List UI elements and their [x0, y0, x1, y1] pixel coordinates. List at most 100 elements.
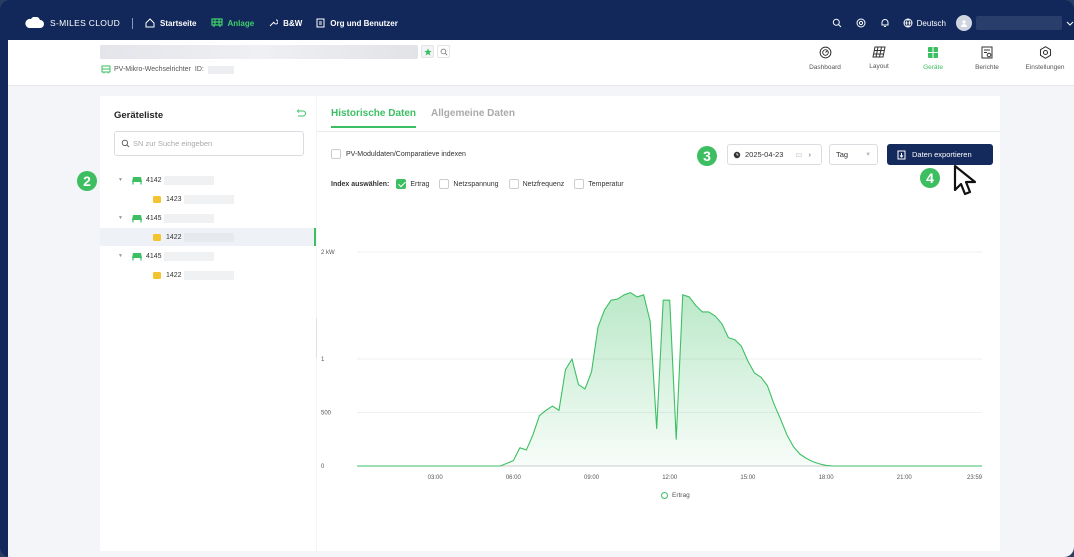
inverter-icon [101, 65, 111, 74]
redacted [163, 175, 214, 185]
top-right-tools: Deutsch [831, 15, 1074, 31]
device-title-redacted [100, 45, 418, 59]
export-data-button[interactable]: Daten exportieren [887, 144, 993, 165]
support-icon[interactable] [855, 17, 867, 29]
caret-down-icon[interactable]: ▼ [118, 177, 123, 183]
device-icon [928, 47, 938, 58]
pv-data-checkbox[interactable] [331, 149, 341, 159]
device-id-redacted [207, 65, 234, 74]
device-list-title: Geräteliste [114, 110, 164, 121]
user-name-redacted[interactable] [976, 16, 1062, 30]
clock-icon [733, 151, 741, 158]
redacted [183, 270, 234, 280]
solar-panel-icon [210, 18, 223, 27]
index-checkbox-ertrag[interactable] [396, 179, 407, 189]
tree-node-label: 4145 [145, 214, 162, 222]
yield-chart: 2 kW 1 500 0 03:00 06:00 09:00 12:00 15:00 18:00 2… [321, 250, 983, 481]
redacted [163, 213, 214, 223]
avatar[interactable] [956, 15, 972, 31]
search-icon[interactable] [831, 17, 843, 29]
tree-leaf[interactable]: 1422 [100, 266, 316, 284]
tab-layout[interactable]: Layout [854, 46, 904, 71]
language-switch[interactable]: Deutsch [903, 18, 946, 28]
caret-down-icon[interactable]: ▼ [118, 253, 123, 259]
index-label: Index auswählen: [331, 180, 390, 188]
chevron-down-icon: ▼ [865, 151, 872, 158]
nav-startseite[interactable]: Startseite [145, 18, 197, 28]
tree-node-label: 4142 [145, 176, 162, 184]
tab-label: Einstellungen [1025, 64, 1065, 71]
content-area: PV-Mikro-Wechselrichter ID: Dashboard La… [8, 40, 1074, 557]
chevron-down-icon[interactable] [1066, 19, 1074, 27]
tree-leaf[interactable]: 1423 [100, 190, 316, 208]
sn-search-input[interactable]: SN zur Suche eingeben [114, 131, 304, 156]
divider [317, 131, 1000, 132]
tab-geraete[interactable]: Geräte [908, 46, 958, 71]
x-tick-label: 09:00 [584, 475, 600, 481]
device-type: PV-Mikro-Wechselrichter ID: [101, 65, 234, 74]
favorite-star-icon[interactable] [421, 45, 434, 58]
nav-bw[interactable]: B&W [268, 18, 302, 28]
pv-data-option[interactable]: PV-Moduldaten/Comparatieve indexen [331, 149, 466, 159]
period-select[interactable]: Tag ▼ [829, 144, 878, 165]
brand-name: S-MILES CLOUD [50, 18, 121, 28]
nav-anlage[interactable]: Anlage [210, 18, 255, 28]
tab-berichte[interactable]: Berichte [962, 46, 1012, 71]
nav-label: Org und Benutzer [330, 18, 398, 28]
app-window: S-MILES CLOUD Startseite Anlage B&W Org … [0, 0, 1074, 557]
next-date-icon[interactable]: › [808, 150, 811, 159]
legend-label: Ertrag [672, 492, 690, 499]
tree-leaf-selected[interactable]: 1422 [100, 228, 316, 246]
nav-org-benutzer[interactable]: Org und Benutzer [316, 18, 398, 28]
tab-allgemeine-daten[interactable]: Allgemeine Daten [431, 108, 515, 128]
tree-leaf-label: 1423 [166, 195, 182, 203]
x-tick-label: 03:00 [428, 475, 444, 481]
module-icon [153, 233, 161, 241]
index-option-label: Netzfrequenz [522, 180, 565, 188]
wrench-icon [269, 19, 279, 27]
tree-node[interactable]: ▼ 4145 [100, 209, 316, 227]
report-icon [981, 46, 993, 59]
tree-node-label: 4145 [145, 252, 162, 260]
nav-label: Anlage [227, 18, 255, 28]
tree-node[interactable]: ▼ 4142 [100, 171, 316, 189]
index-checkbox-netzspannung[interactable] [439, 179, 450, 189]
top-navbar: S-MILES CLOUD Startseite Anlage B&W Org … [8, 6, 1074, 40]
chart-legend[interactable]: Ertrag [661, 492, 690, 499]
calendar-icon[interactable]: ▭ [795, 150, 802, 159]
index-checkbox-temperatur[interactable] [574, 179, 585, 189]
nav-label: Startseite [160, 18, 197, 28]
data-panel: Historische Daten Allgemeine Daten PV-Mo… [317, 96, 1000, 551]
date-picker[interactable]: 2025-04-23 ▭ › [727, 144, 822, 165]
x-tick-label: 12:00 [662, 475, 678, 481]
device-id-label: ID: [194, 66, 204, 73]
device-header: PV-Mikro-Wechselrichter ID: Dashboard La… [8, 40, 1074, 86]
annotation-badge-2: 2 [77, 171, 97, 191]
export-icon [897, 150, 906, 159]
redacted [183, 232, 234, 242]
x-tick-label: 06:00 [506, 475, 522, 481]
tree-node[interactable]: ▼ 4145 [100, 247, 316, 265]
search-icon[interactable] [437, 45, 450, 58]
device-list-panel: Geräteliste SN zur Suche eingeben ▼ 4142… [100, 96, 316, 551]
y-tick-label: 0 [321, 464, 325, 470]
index-option-label: Ertrag [410, 180, 430, 188]
caret-down-icon[interactable]: ▼ [118, 215, 123, 221]
divider [132, 17, 134, 29]
refresh-icon[interactable] [296, 109, 306, 121]
index-checkbox-netzfrequenz[interactable] [508, 179, 519, 189]
bell-icon[interactable] [879, 17, 891, 29]
export-label: Daten exportieren [912, 150, 972, 159]
tab-historische-daten[interactable]: Historische Daten [331, 108, 417, 128]
brand-logo[interactable]: S-MILES CLOUD [24, 17, 120, 29]
globe-icon [903, 18, 913, 28]
redacted [163, 251, 214, 261]
index-option-label: Netzspannung [453, 180, 499, 188]
grid-layout-icon [872, 46, 886, 58]
mouse-pointer-icon [953, 164, 977, 196]
y-tick-label: 500 [321, 411, 332, 417]
tab-einstellungen[interactable]: Einstellungen [1016, 46, 1074, 71]
tab-dashboard[interactable]: Dashboard [800, 46, 850, 71]
index-option-label: Temperatur [588, 180, 624, 188]
x-tick-label: 23:59 [967, 475, 983, 481]
